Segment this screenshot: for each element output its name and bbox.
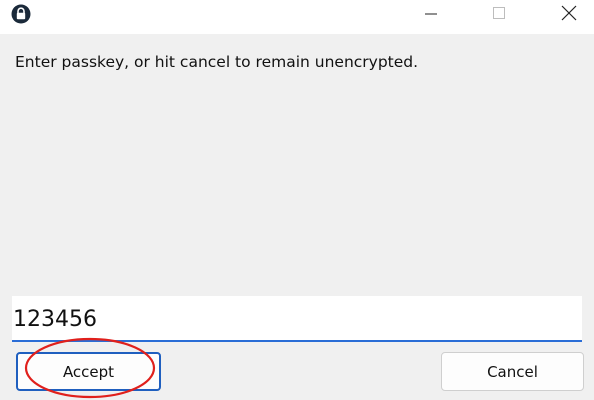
title-bar [0, 0, 594, 34]
passkey-input[interactable] [12, 296, 582, 340]
maximize-button[interactable] [476, 0, 522, 30]
passkey-field[interactable] [12, 296, 582, 342]
close-button[interactable] [546, 0, 592, 30]
close-icon [560, 4, 578, 26]
minimize-icon [423, 5, 439, 25]
cancel-button[interactable]: Cancel [441, 352, 584, 391]
minimize-button[interactable] [408, 0, 454, 30]
prompt-text: Enter passkey, or hit cancel to remain u… [15, 53, 419, 71]
lock-icon [11, 4, 31, 24]
accept-button[interactable]: Accept [16, 352, 161, 391]
maximize-icon [491, 5, 507, 25]
